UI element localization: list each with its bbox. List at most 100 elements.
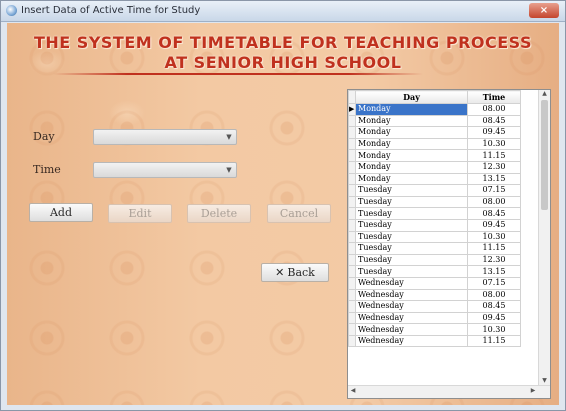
- cell-day[interactable]: Tuesday: [355, 195, 468, 209]
- edit-button[interactable]: Edit: [108, 204, 172, 223]
- cell-day[interactable]: Tuesday: [355, 207, 468, 220]
- row-header[interactable]: [348, 276, 356, 290]
- cell-day[interactable]: Wednesday: [355, 276, 468, 290]
- cell-time[interactable]: 08.00: [467, 103, 521, 116]
- row-header[interactable]: ▶: [348, 103, 356, 116]
- table-row[interactable]: Wednesday 11.15: [348, 334, 521, 348]
- back-button[interactable]: ✕ Back: [261, 263, 329, 282]
- cancel-button[interactable]: Cancel: [267, 204, 331, 223]
- cell-day[interactable]: Tuesday: [355, 265, 468, 278]
- cell-day[interactable]: Wednesday: [355, 288, 468, 302]
- cell-time[interactable]: 09.45: [467, 311, 521, 325]
- chevron-down-icon[interactable]: ▼: [224, 165, 234, 175]
- add-button[interactable]: Add: [29, 203, 93, 222]
- row-header[interactable]: [348, 207, 356, 220]
- row-header[interactable]: [348, 137, 356, 151]
- table-row[interactable]: Tuesday 10.30: [348, 230, 521, 244]
- table-row[interactable]: Monday 08.45: [348, 114, 521, 128]
- cell-time[interactable]: 09.45: [467, 218, 521, 232]
- time-data-grid[interactable]: Day Time ▶ Monday 08.00 Monday 08.45 Monday 09…: [347, 89, 551, 399]
- row-header[interactable]: [348, 218, 356, 232]
- cell-time[interactable]: 11.15: [467, 334, 521, 348]
- row-header[interactable]: [348, 288, 356, 302]
- table-row[interactable]: Wednesday 09.45: [348, 311, 521, 325]
- cell-time[interactable]: 12.30: [467, 253, 521, 267]
- cell-time[interactable]: 08.00: [467, 195, 521, 209]
- cell-day[interactable]: Wednesday: [355, 323, 468, 336]
- vertical-scrollbar[interactable]: ▲ ▼: [538, 90, 550, 386]
- row-header[interactable]: [348, 184, 356, 197]
- table-row[interactable]: Wednesday 08.45: [348, 300, 521, 313]
- cell-time[interactable]: 08.00: [467, 288, 521, 302]
- table-row[interactable]: Monday 13.15: [348, 172, 521, 186]
- row-header[interactable]: [348, 149, 356, 162]
- row-header[interactable]: [348, 311, 356, 325]
- delete-button[interactable]: Delete: [187, 204, 251, 223]
- cell-time[interactable]: 08.45: [467, 207, 521, 220]
- table-row[interactable]: Wednesday 10.30: [348, 323, 521, 336]
- row-header[interactable]: [348, 230, 356, 244]
- table-row[interactable]: Wednesday 07.15: [348, 276, 521, 290]
- row-header[interactable]: [348, 242, 356, 255]
- table-row[interactable]: Tuesday 11.15: [348, 242, 521, 255]
- row-header[interactable]: [348, 323, 356, 336]
- cell-time[interactable]: 12.30: [467, 160, 521, 174]
- table-row[interactable]: Tuesday 13.15: [348, 265, 521, 278]
- row-header[interactable]: [348, 126, 356, 139]
- cell-time[interactable]: 11.15: [467, 149, 521, 162]
- scroll-left-icon[interactable]: ◀: [348, 387, 358, 394]
- cell-day[interactable]: Tuesday: [355, 230, 468, 244]
- cell-day[interactable]: Monday: [355, 126, 468, 139]
- scroll-thumb[interactable]: [541, 100, 548, 210]
- cell-time[interactable]: 10.30: [467, 230, 521, 244]
- column-header-day[interactable]: Day: [355, 90, 468, 104]
- cell-day[interactable]: Monday: [355, 160, 468, 174]
- row-header[interactable]: [348, 195, 356, 209]
- close-button[interactable]: ×: [529, 3, 559, 18]
- cell-day[interactable]: Tuesday: [355, 242, 468, 255]
- cell-time[interactable]: 13.15: [467, 172, 521, 186]
- table-row[interactable]: Monday 09.45: [348, 126, 521, 139]
- row-header[interactable]: [348, 300, 356, 313]
- cell-time[interactable]: 09.45: [467, 126, 521, 139]
- table-row[interactable]: Tuesday 09.45: [348, 218, 521, 232]
- table-row[interactable]: Monday 11.15: [348, 149, 521, 162]
- row-header[interactable]: [348, 265, 356, 278]
- cell-day[interactable]: Monday: [355, 149, 468, 162]
- table-row[interactable]: Monday 10.30: [348, 137, 521, 151]
- cell-day[interactable]: Tuesday: [355, 253, 468, 267]
- column-header-time[interactable]: Time: [467, 90, 521, 104]
- row-header[interactable]: [348, 160, 356, 174]
- cell-day[interactable]: Tuesday: [355, 218, 468, 232]
- scroll-up-icon[interactable]: ▲: [539, 90, 550, 99]
- time-combobox[interactable]: ▼: [93, 162, 237, 178]
- scroll-right-icon[interactable]: ▶: [528, 387, 538, 394]
- cell-time[interactable]: 08.45: [467, 300, 521, 313]
- table-row[interactable]: Tuesday 08.45: [348, 207, 521, 220]
- cell-time[interactable]: 13.15: [467, 265, 521, 278]
- horizontal-scrollbar[interactable]: ◀ ▶: [348, 385, 550, 398]
- cell-day[interactable]: Wednesday: [355, 334, 468, 348]
- day-combobox[interactable]: ▼: [93, 129, 237, 145]
- cell-day[interactable]: Wednesday: [355, 300, 468, 313]
- chevron-down-icon[interactable]: ▼: [224, 132, 234, 142]
- row-header[interactable]: [348, 114, 356, 128]
- cell-time[interactable]: 07.15: [467, 184, 521, 197]
- cell-day[interactable]: Monday: [355, 103, 468, 116]
- table-row[interactable]: Tuesday 12.30: [348, 253, 521, 267]
- table-row[interactable]: Tuesday 07.15: [348, 184, 521, 197]
- table-row[interactable]: Wednesday 08.00: [348, 288, 521, 302]
- cell-time[interactable]: 11.15: [467, 242, 521, 255]
- table-row[interactable]: Tuesday 08.00: [348, 195, 521, 209]
- cell-time[interactable]: 10.30: [467, 323, 521, 336]
- row-header[interactable]: [348, 334, 356, 348]
- cell-day[interactable]: Monday: [355, 172, 468, 186]
- cell-time[interactable]: 07.15: [467, 276, 521, 290]
- row-header[interactable]: [348, 172, 356, 186]
- cell-day[interactable]: Tuesday: [355, 184, 468, 197]
- table-row[interactable]: Monday 12.30: [348, 160, 521, 174]
- cell-day[interactable]: Wednesday: [355, 311, 468, 325]
- cell-time[interactable]: 10.30: [467, 137, 521, 151]
- row-header[interactable]: [348, 253, 356, 267]
- table-row[interactable]: ▶ Monday 08.00: [348, 103, 521, 116]
